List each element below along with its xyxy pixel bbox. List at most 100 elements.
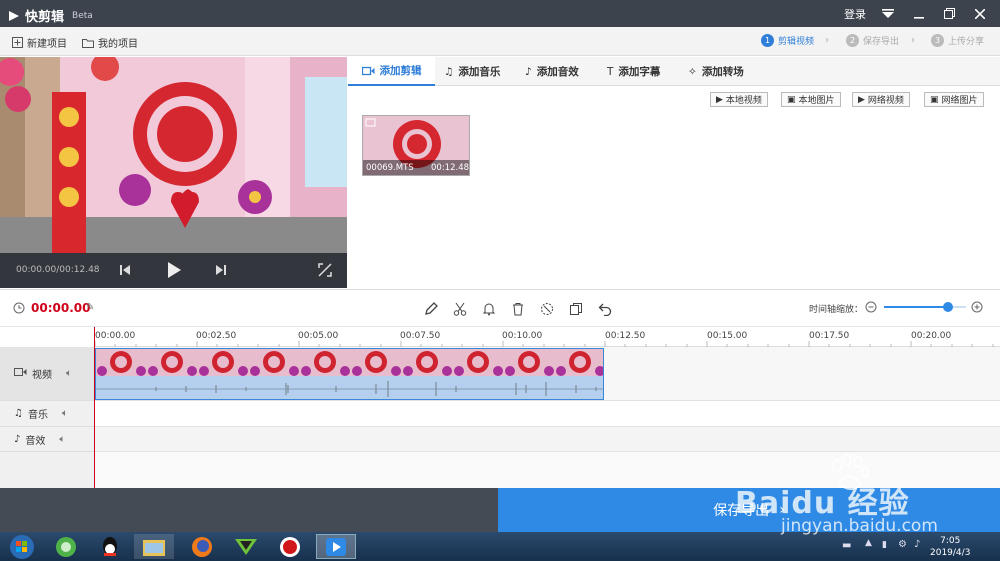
tab-add-clip[interactable]: 添加剪辑 xyxy=(348,57,435,86)
video-preview[interactable] xyxy=(0,57,347,253)
ruler-tick: 00:05.00 xyxy=(298,331,339,341)
close-icon[interactable] xyxy=(966,0,994,27)
edit-time-icon[interactable]: ✎ xyxy=(86,302,94,313)
tab-label: 添加转场 xyxy=(701,66,744,78)
media-duration: 00:12.48 xyxy=(431,163,470,173)
crop-icon[interactable] xyxy=(538,300,556,318)
tab-add-subtitle[interactable]: T 添加字幕 xyxy=(607,57,660,86)
image-icon: ▣ xyxy=(930,94,939,105)
bell-icon[interactable] xyxy=(480,300,498,318)
sound-effect-icon: ♪ xyxy=(525,65,532,78)
media-filename: 00069.MTS xyxy=(366,163,414,173)
ruler-tick: 00:12.50 xyxy=(605,331,646,341)
step-label: 上传分享 xyxy=(948,37,985,47)
music-note-icon: ♫ xyxy=(444,65,454,78)
tab-add-sound-effect[interactable]: ♪ 添加音效 xyxy=(525,57,579,86)
image-icon: ▣ xyxy=(787,94,796,105)
beta-badge: Beta xyxy=(72,10,93,21)
qq-icon[interactable] xyxy=(90,534,130,559)
step-number: 3 xyxy=(931,34,944,47)
online-image-button[interactable]: ▣ 网络图片 xyxy=(924,92,984,107)
transition-wand-icon: ✧ xyxy=(688,65,697,78)
local-image-button[interactable]: ▣ 本地图片 xyxy=(781,92,841,107)
pencil-edit-icon[interactable] xyxy=(422,300,440,318)
track-name: 音效 xyxy=(25,435,46,447)
tab-bar: 添加剪辑 ♫ 添加音乐 ♪ 添加音效 T 添加字幕 ✧ 添加转场 xyxy=(348,57,1000,86)
chevron-right-icon: › xyxy=(825,35,829,46)
media-app-icon[interactable] xyxy=(226,534,266,559)
baidu-watermark: Baidu 经验 jingyan.baidu.com xyxy=(735,452,995,542)
local-video-button[interactable]: ▶ 本地视频 xyxy=(710,92,768,107)
video-clip[interactable] xyxy=(95,348,604,400)
volume-icon[interactable]: 🔈︎ xyxy=(59,434,65,445)
zoom-out-icon[interactable] xyxy=(865,301,877,316)
tab-add-music[interactable]: ♫ 添加音乐 xyxy=(444,57,500,86)
play-square-icon: ▶ xyxy=(716,94,723,105)
logo-play-icon xyxy=(9,10,19,21)
tab-label: 添加音效 xyxy=(536,66,579,78)
source-label: 本地图片 xyxy=(798,96,835,106)
new-project-button[interactable]: 新建项目 xyxy=(12,35,67,50)
copy-icon[interactable] xyxy=(567,300,585,318)
zoom-slider-fill xyxy=(884,306,948,308)
media-thumbnail[interactable]: 00069.MTS 00:12.48 xyxy=(362,115,470,176)
tab-add-transition[interactable]: ✧ 添加转场 xyxy=(688,57,744,86)
step-label: 保存导出 xyxy=(863,37,900,47)
watermark-url: jingyan.baidu.com xyxy=(781,516,938,536)
trash-icon[interactable] xyxy=(509,300,527,318)
ruler-tick: 00:00.00 xyxy=(95,331,136,341)
previous-frame-icon[interactable] xyxy=(118,263,132,280)
menu-bar: 新建项目 我的项目 1 剪辑视频 › 2 保存导出 › 3 上传分享 xyxy=(0,27,1000,56)
maximize-icon[interactable] xyxy=(935,0,963,27)
volume-icon[interactable]: 🔈︎ xyxy=(66,368,72,379)
undo-icon[interactable] xyxy=(596,300,614,318)
source-label: 网络图片 xyxy=(941,96,978,106)
timeline-ruler[interactable]: 00:00.00 00:02.50 00:05.00 00:07.50 00:1… xyxy=(95,327,1000,347)
track-labels: 视频 🔈︎ ♫ 音乐 🔈︎ ♪ 音效 🔈︎ xyxy=(0,347,95,488)
player-time: 00:00.00/00:12.48 xyxy=(16,265,100,275)
step-share[interactable]: 3 上传分享 xyxy=(931,34,984,47)
app-window: 快剪辑 Beta 登录 新建项目 我的项目 1 剪辑视频 › 2 保存导出 › … xyxy=(0,0,1000,561)
new-project-label: 新建项目 xyxy=(27,39,67,50)
tab-label: 添加剪辑 xyxy=(379,65,422,77)
zoom-slider-thumb[interactable] xyxy=(942,302,953,312)
effect-track-icon: ♪ xyxy=(14,433,21,445)
music-track-row[interactable] xyxy=(95,401,1000,427)
my-projects-button[interactable]: 我的项目 xyxy=(82,35,138,50)
step-export[interactable]: 2 保存导出 xyxy=(846,34,899,47)
track-label-music[interactable]: ♫ 音乐 🔈︎ xyxy=(0,401,95,427)
new-project-icon xyxy=(12,37,23,48)
my-projects-label: 我的项目 xyxy=(98,39,138,50)
video-icon xyxy=(361,66,374,75)
fullscreen-icon[interactable] xyxy=(318,263,332,280)
login-button[interactable]: 登录 xyxy=(838,0,872,27)
online-video-button[interactable]: ▶ 网络视频 xyxy=(852,92,910,107)
minimize-icon[interactable] xyxy=(905,0,933,27)
tab-label: 添加字幕 xyxy=(618,66,661,78)
effect-track-row[interactable] xyxy=(95,427,1000,452)
menu-dropdown-icon[interactable] xyxy=(874,0,902,27)
start-button[interactable] xyxy=(2,534,42,559)
text-icon: T xyxy=(607,65,614,78)
record-icon[interactable] xyxy=(270,534,310,559)
track-label-effect[interactable]: ♪ 音效 🔈︎ xyxy=(0,427,95,452)
kuaijianji-taskbar-icon[interactable] xyxy=(316,534,356,559)
track-label-video[interactable]: 视频 🔈︎ xyxy=(0,347,95,401)
step-number: 1 xyxy=(761,34,774,47)
zoom-slider-track[interactable] xyxy=(884,302,966,312)
volume-icon[interactable]: 🔈︎ xyxy=(62,408,68,419)
next-frame-icon[interactable] xyxy=(214,263,228,280)
firefox-icon[interactable] xyxy=(182,534,222,559)
zoom-in-icon[interactable] xyxy=(971,301,983,316)
scissors-icon[interactable] xyxy=(451,300,469,318)
step-edit[interactable]: 1 剪辑视频 xyxy=(761,34,814,47)
preview-frame-image xyxy=(0,57,347,253)
ruler-tick: 00:15.00 xyxy=(707,331,748,341)
browser-360-icon[interactable] xyxy=(46,534,86,559)
play-icon[interactable] xyxy=(166,261,182,282)
file-explorer-icon[interactable] xyxy=(134,534,174,559)
title-bar: 快剪辑 Beta 登录 xyxy=(0,0,1000,27)
zoom-label: 时间轴缩放： xyxy=(809,305,864,315)
playhead[interactable] xyxy=(94,327,95,488)
folder-icon xyxy=(82,38,94,48)
